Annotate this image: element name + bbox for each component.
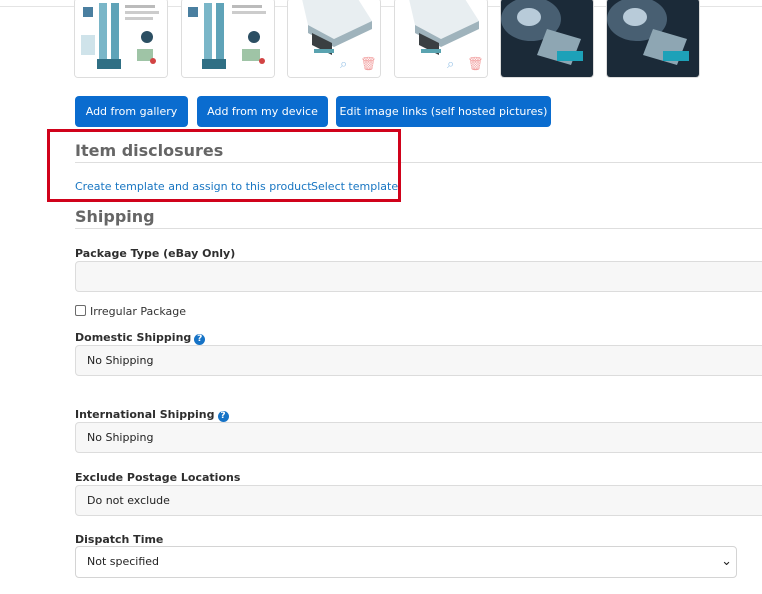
chevron-down-icon: ⌄ (721, 554, 732, 569)
package-type-label: Package Type (eBay Only) (75, 247, 236, 260)
shipping-divider (75, 228, 762, 229)
zoom-icon[interactable]: ⌕ (340, 58, 347, 71)
international-shipping-field[interactable]: No Shipping (75, 422, 762, 453)
international-shipping-label: International Shipping? (75, 408, 229, 422)
add-from-device-button[interactable]: Add from my device (197, 96, 328, 127)
disclosures-divider (75, 162, 762, 163)
trash-icon[interactable]: 🗑 (467, 58, 484, 71)
irregular-package-checkbox[interactable] (75, 305, 86, 316)
vacuum-light-image (501, 0, 593, 77)
irregular-package-label: Irregular Package (90, 305, 186, 318)
product-image-thumbnail-5[interactable] (500, 0, 594, 78)
domestic-shipping-label: Domestic Shipping? (75, 331, 206, 345)
vacuum-light-image (607, 0, 699, 77)
domestic-shipping-label-text: Domestic Shipping (75, 331, 192, 344)
select-template-link[interactable]: Select template (311, 180, 398, 193)
help-icon[interactable]: ? (194, 334, 206, 345)
exclude-postage-locations-field[interactable]: Do not exclude (75, 485, 762, 516)
dispatch-time-label: Dispatch Time (75, 533, 164, 546)
add-from-gallery-button[interactable]: Add from gallery (75, 96, 188, 127)
product-image-thumbnail-2[interactable] (181, 0, 275, 78)
product-image-thumbnail-4[interactable]: ⌕ 🗑 (394, 0, 488, 78)
edit-image-links-button[interactable]: Edit image links (self hosted pictures) (336, 96, 551, 127)
help-icon[interactable]: ? (217, 411, 229, 422)
dispatch-time-select[interactable]: Not specified ⌄ (75, 546, 737, 578)
vacuum-diagram-image (75, 0, 167, 77)
international-shipping-label-text: International Shipping (75, 408, 215, 421)
product-image-thumbnail-3[interactable]: ⌕ 🗑 (287, 0, 381, 78)
vacuum-diagram-image (182, 0, 274, 77)
product-image-thumbnail-1[interactable] (74, 0, 168, 78)
dispatch-time-value: Not specified (87, 555, 160, 568)
shipping-heading: Shipping (75, 207, 155, 226)
create-template-link[interactable]: Create template and assign to this produ… (75, 180, 312, 193)
package-type-field[interactable] (75, 261, 762, 292)
item-disclosures-heading: Item disclosures (75, 141, 224, 160)
domestic-shipping-field[interactable]: No Shipping (75, 345, 762, 376)
zoom-icon[interactable]: ⌕ (447, 58, 454, 71)
product-image-thumbnail-6[interactable] (606, 0, 700, 78)
trash-icon[interactable]: 🗑 (360, 58, 377, 71)
exclude-postage-locations-label: Exclude Postage Locations (75, 471, 241, 484)
irregular-package-row: Irregular Package (75, 305, 186, 318)
